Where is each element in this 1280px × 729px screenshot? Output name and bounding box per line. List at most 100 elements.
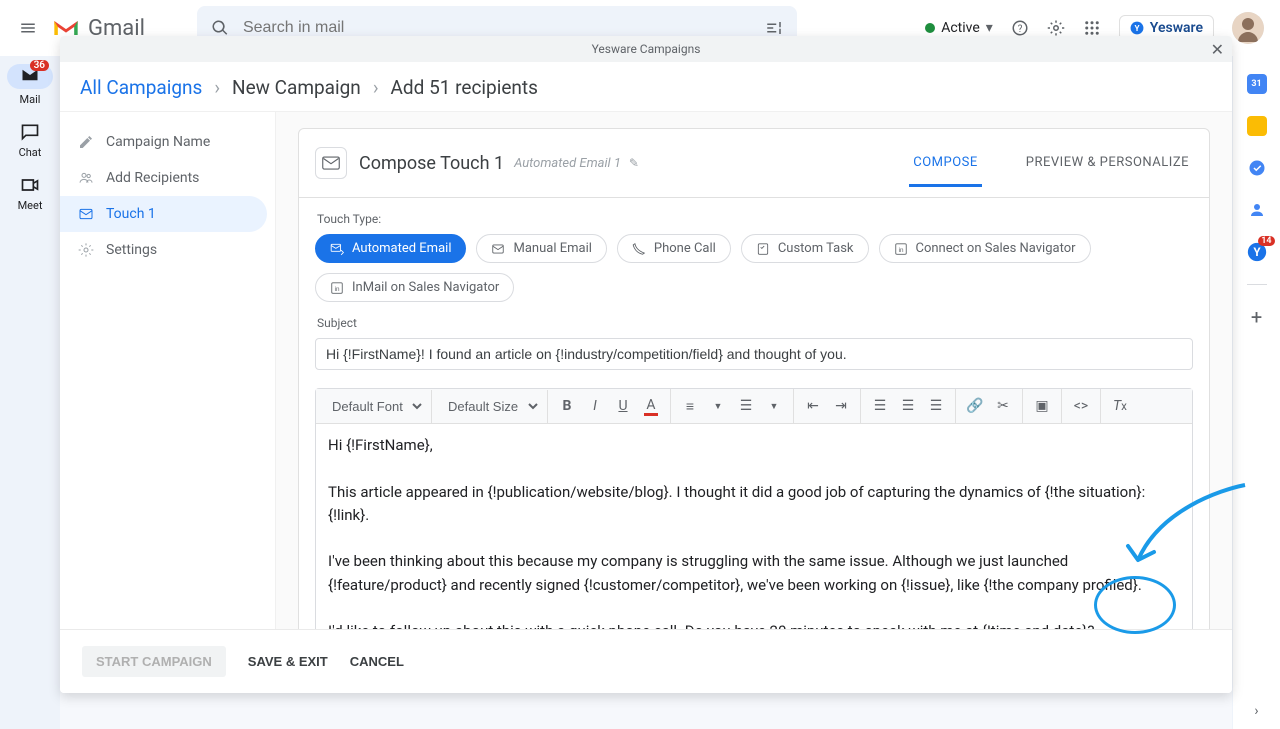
compose-subtitle: Automated Email 1 [514, 156, 621, 171]
keep-icon[interactable] [1247, 116, 1267, 136]
calendar-icon[interactable]: 31 [1247, 74, 1267, 94]
settings-icon[interactable] [1047, 19, 1065, 37]
size-select[interactable]: Default Size [438, 394, 541, 419]
editor-body[interactable]: Hi {!FirstName}, This article appeared i… [316, 424, 1192, 629]
contacts-icon[interactable] [1247, 200, 1267, 220]
sidebar-label: Settings [106, 242, 157, 258]
search-options-icon[interactable] [765, 19, 783, 37]
editor: Default Font Default Size B I U A ≡ ▼ [315, 388, 1193, 629]
tab-compose[interactable]: COMPOSE [909, 139, 982, 187]
status-dot-icon [925, 23, 935, 33]
align-center-icon[interactable]: ☰ [895, 393, 921, 419]
envelope-icon [78, 206, 94, 222]
yesware-modal: Yesware Campaigns ✕ All Campaigns › New … [60, 36, 1232, 693]
compose-title: Compose Touch 1 [359, 153, 504, 174]
sidebar-label: Campaign Name [106, 134, 210, 150]
main-menu-icon[interactable] [16, 16, 40, 40]
align-left-icon[interactable]: ☰ [867, 393, 893, 419]
type-custom-task[interactable]: Custom Task [741, 234, 869, 263]
chevron-down-icon[interactable]: ▼ [705, 393, 731, 419]
close-icon[interactable]: ✕ [1211, 40, 1224, 59]
start-campaign-button[interactable]: START CAMPAIGN [82, 646, 226, 677]
add-addon-icon[interactable]: + [1247, 307, 1267, 327]
font-select[interactable]: Default Font [322, 394, 425, 419]
right-rail-collapse-icon[interactable]: › [1254, 703, 1258, 729]
mail-badge: 36 [30, 60, 49, 71]
gear-icon [78, 242, 94, 258]
apps-icon[interactable] [1083, 19, 1101, 37]
bold-icon[interactable]: B [554, 393, 580, 419]
editor-toolbar: Default Font Default Size B I U A ≡ ▼ [316, 389, 1192, 424]
breadcrumb-all[interactable]: All Campaigns [80, 76, 202, 99]
linkedin-icon: in [330, 281, 344, 295]
profile-avatar[interactable] [1232, 12, 1264, 44]
yesware-text: Yesware [1150, 20, 1203, 36]
rail-mail-label: Mail [20, 93, 41, 106]
breadcrumb: All Campaigns › New Campaign › Add 51 re… [60, 62, 1232, 112]
help-icon[interactable]: ? [1011, 19, 1029, 37]
compose-main: Compose Touch 1 Automated Email 1 ✎ COMP… [276, 112, 1232, 629]
underline-icon[interactable]: U [610, 393, 636, 419]
sidebar-label: Touch 1 [106, 206, 156, 222]
unlink-icon[interactable]: ✂ [990, 393, 1016, 419]
breadcrumb-recipients[interactable]: Add 51 recipients [391, 76, 538, 99]
pencil-icon [78, 134, 94, 150]
type-connect-navigator[interactable]: in Connect on Sales Navigator [879, 234, 1091, 263]
type-manual-email[interactable]: Manual Email [476, 234, 606, 263]
italic-icon[interactable]: I [582, 393, 608, 419]
image-icon[interactable]: ▣ [1029, 393, 1055, 419]
sidebar-settings[interactable]: Settings [60, 232, 275, 268]
code-icon[interactable]: <> [1068, 393, 1094, 419]
unordered-list-icon[interactable]: ☰ [733, 393, 759, 419]
rail-meet-label: Meet [18, 199, 43, 212]
body-line: This article appeared in {!publication/w… [328, 481, 1180, 528]
touch-type-group: Automated Email Manual Email Phone Call [315, 234, 1193, 302]
envelope-send-icon [330, 242, 344, 256]
svg-text:in: in [334, 284, 340, 292]
align-right-icon[interactable]: ☰ [923, 393, 949, 419]
modal-title: Yesware Campaigns [592, 42, 701, 56]
yesware-sidebar-badge: 14 [1258, 236, 1274, 246]
status-chip[interactable]: Active ▾ [925, 20, 993, 36]
body-line: Hi {!FirstName}, [328, 434, 1180, 457]
yesware-sidebar-icon[interactable]: Y 14 [1247, 242, 1267, 262]
cancel-button[interactable]: CANCEL [350, 646, 404, 677]
body-line: I've been thinking about this because my… [328, 550, 1180, 597]
envelope-icon [315, 147, 347, 179]
type-inmail-navigator[interactable]: in InMail on Sales Navigator [315, 273, 514, 302]
type-phone-call[interactable]: Phone Call [617, 234, 731, 263]
checklist-icon [756, 242, 770, 256]
ordered-list-icon[interactable]: ≡ [677, 393, 703, 419]
phone-icon [632, 242, 646, 256]
yesware-icon: Y [1130, 21, 1144, 35]
linkedin-icon: in [894, 242, 908, 256]
sidebar-add-recipients[interactable]: Add Recipients [60, 160, 275, 196]
body-line: I'd like to follow up about this with a … [328, 620, 1180, 629]
rail-chat[interactable]: Chat [19, 122, 42, 159]
tasks-icon[interactable] [1247, 158, 1267, 178]
indent-icon[interactable]: ⇥ [828, 393, 854, 419]
type-automated-email[interactable]: Automated Email [315, 234, 466, 263]
outdent-icon[interactable]: ⇤ [800, 393, 826, 419]
sidebar-campaign-name[interactable]: Campaign Name [60, 124, 275, 160]
rail-chat-label: Chat [19, 146, 42, 159]
subject-input[interactable] [315, 338, 1193, 370]
breadcrumb-new[interactable]: New Campaign [232, 76, 361, 99]
modal-titlebar: Yesware Campaigns ✕ [60, 36, 1232, 62]
svg-text:?: ? [1017, 24, 1022, 35]
tab-preview[interactable]: PREVIEW & PERSONALIZE [1022, 139, 1193, 187]
svg-text:Y: Y [1253, 245, 1261, 259]
link-icon[interactable]: 🔗 [962, 393, 988, 419]
sidebar-touch-1[interactable]: Touch 1 [60, 196, 267, 232]
search-input[interactable] [243, 19, 751, 37]
rail-mail[interactable]: 36 Mail [7, 64, 53, 106]
chevron-right-icon: › [373, 76, 379, 99]
chevron-down-icon[interactable]: ▼ [761, 393, 787, 419]
subject-label: Subject [317, 316, 1193, 330]
clear-format-icon[interactable]: Tx [1107, 393, 1133, 419]
text-color-icon[interactable]: A [638, 393, 664, 419]
save-exit-button[interactable]: SAVE & EXIT [248, 646, 328, 677]
edit-name-icon[interactable]: ✎ [629, 156, 639, 170]
rail-meet[interactable]: Meet [18, 175, 43, 212]
compose-header: Compose Touch 1 Automated Email 1 ✎ COMP… [299, 129, 1209, 198]
